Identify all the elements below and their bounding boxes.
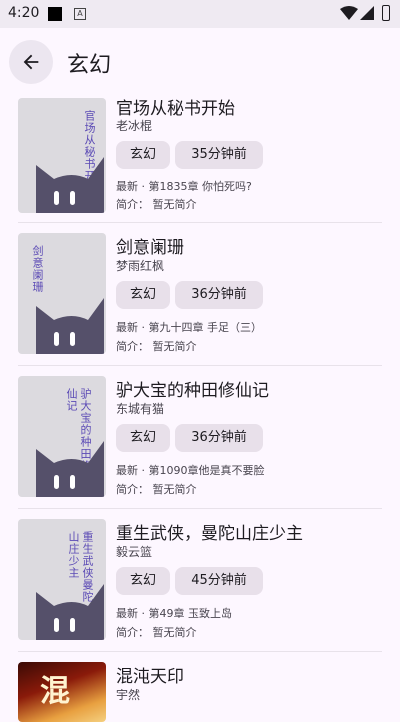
cat-placeholder-icon [36,157,104,213]
book-intro: 简介： 暂无简介 [116,626,197,639]
book-title: 剑意阑珊 [116,238,184,258]
cat-placeholder-icon [36,441,104,497]
cover-title: 剑意阑珊 [31,245,44,293]
book-item[interactable]: 混 混沌天印 宇然 [0,652,400,722]
book-title: 混沌天印 [116,667,184,687]
book-author: 东城有猫 [116,402,165,416]
wifi-icon [340,6,358,20]
book-list: 官场从秘书开始 官场从秘书开始 老冰棍 玄幻 35分钟前 最新 · 第1835章… [0,98,400,722]
book-item[interactable]: 重生武侠曼陀山庄少主 重生武侠，曼陀山庄少主 毅云篮 玄幻 45分钟前 最新 ·… [0,509,400,652]
updated-chip[interactable]: 36分钟前 [175,281,263,309]
book-intro: 简介： 暂无简介 [116,198,197,211]
book-author: 老冰棍 [116,119,153,133]
book-author: 毅云篮 [116,545,153,559]
genre-chip[interactable]: 玄幻 [116,567,170,595]
cover-title: 混 [40,674,70,709]
book-author: 宇然 [116,688,141,702]
notification-icon [48,7,62,21]
status-bar: 4:20 A [0,0,400,28]
back-button[interactable] [9,40,53,84]
arrow-back-icon [23,54,39,70]
battery-icon [382,5,390,21]
genre-chip[interactable]: 玄幻 [116,281,170,309]
book-intro: 简介： 暂无简介 [116,483,197,496]
latest-chapter: 最新 · 第1835章 你怕死吗? [116,180,252,193]
cat-placeholder-icon [36,584,104,640]
updated-chip[interactable]: 35分钟前 [175,141,263,169]
status-time: 4:20 [8,5,40,21]
genre-chip[interactable]: 玄幻 [116,424,170,452]
book-title: 重生武侠，曼陀山庄少主 [116,524,303,544]
page-title: 玄幻 [67,53,112,78]
book-cover: 驴大宝的种田修仙记 [18,376,106,497]
book-cover: 剑意阑珊 [18,233,106,354]
book-author: 梦雨红枫 [116,259,165,273]
book-cover: 官场从秘书开始 [18,98,106,213]
top-app-bar: 玄幻 [0,28,400,98]
latest-chapter: 最新 · 第49章 玉致上岛 [116,607,232,620]
genre-chip[interactable]: 玄幻 [116,141,170,169]
book-item[interactable]: 剑意阑珊 剑意阑珊 梦雨红枫 玄幻 36分钟前 最新 · 第九十四章 手足（三）… [0,223,400,366]
book-intro: 简介： 暂无简介 [116,340,197,353]
latest-chapter: 最新 · 第九十四章 手足（三） [116,321,262,334]
book-cover: 混 [18,662,106,722]
signal-icon [360,6,374,20]
cat-placeholder-icon [36,298,104,354]
book-title: 驴大宝的种田修仙记 [116,381,269,401]
app-notification-icon: A [74,8,86,20]
book-cover: 重生武侠曼陀山庄少主 [18,519,106,640]
updated-chip[interactable]: 45分钟前 [175,567,263,595]
book-title: 官场从秘书开始 [116,99,235,119]
book-item[interactable]: 官场从秘书开始 官场从秘书开始 老冰棍 玄幻 35分钟前 最新 · 第1835章… [0,94,400,223]
updated-chip[interactable]: 36分钟前 [175,424,263,452]
latest-chapter: 最新 · 第1090章他是真不要脸 [116,464,265,477]
book-item[interactable]: 驴大宝的种田修仙记 驴大宝的种田修仙记 东城有猫 玄幻 36分钟前 最新 · 第… [0,366,400,509]
